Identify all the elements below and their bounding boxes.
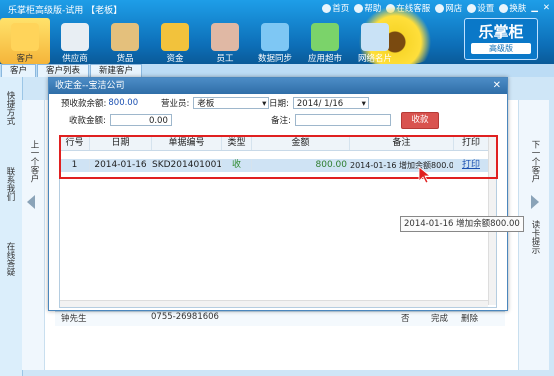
arrow-left-icon [27, 195, 35, 209]
collect-button[interactable]: 收款 [401, 112, 439, 129]
close-window-button[interactable]: ✕ [543, 3, 550, 13]
toolbar-label: 供应商 [62, 54, 88, 64]
skin-icon [499, 3, 509, 13]
prepay-value: 800.00 [108, 98, 139, 108]
tab-new-customer[interactable]: 新建客户 [90, 64, 143, 77]
toolbar-button-3[interactable]: 资金 [150, 18, 200, 64]
toolbar-label: 员工 [216, 54, 234, 64]
top-bar: 乐掌柜高级版-试用 【老板】 首页 帮助 在线客服 网店 设置 换肤 ▁ ✕ 客… [0, 0, 554, 66]
brand-logo: 乐掌柜 高级版 [464, 18, 538, 60]
top-link-skin[interactable]: 换肤 [499, 2, 526, 14]
toolbar-button-6[interactable]: 应用超市 [300, 18, 350, 64]
tab-customer-list[interactable]: 客户列表 [37, 64, 90, 77]
toolbar-button-5[interactable]: 数据同步 [250, 18, 300, 64]
horizontal-scrollbar[interactable] [60, 300, 488, 307]
toolbar-label: 客户 [16, 54, 34, 64]
toolbar-label: 资金 [166, 54, 184, 64]
left-quick-bar: 快捷方式 联系我们 在线答疑 [0, 77, 23, 376]
mouse-cursor-icon [418, 166, 432, 184]
prev-customer-label: 上一个客户 [29, 140, 39, 183]
home-icon [322, 3, 332, 13]
top-link-home[interactable]: 首页 [322, 2, 349, 14]
shop-icon [435, 3, 445, 13]
highlight-box [59, 135, 498, 179]
date-picker[interactable]: 2014/ 1/16 ▾ [292, 97, 369, 109]
toolbar-button-7[interactable]: 网络名片 [350, 18, 400, 64]
top-link-settings[interactable]: 设置 [467, 2, 494, 14]
prev-customer-nav[interactable]: 上一个客户 [22, 100, 45, 370]
chevron-down-icon: ▾ [262, 99, 267, 109]
salesperson-select[interactable]: 老板 ▾ [193, 97, 270, 109]
collect-amount-field: 收款金额: 0.00 [69, 114, 172, 126]
next-customer-nav[interactable]: 下一个客户 读卡提示 [518, 100, 549, 370]
toolbar-icon-5 [261, 23, 289, 51]
dialog-title: 收定金--宝洁公司 [55, 81, 125, 91]
deposit-dialog: 收定金--宝洁公司 ✕ 预收款余额: 800.00 营业员: 老板 ▾ 日期: … [48, 77, 508, 311]
tab-customer[interactable]: 客户 [1, 64, 37, 77]
toolbar-button-4[interactable]: 员工 [200, 18, 250, 64]
collect-amount-input[interactable]: 0.00 [109, 114, 172, 126]
tab-strip: 客户 客户列表 新建客户 [0, 64, 554, 77]
toolbar-label: 网络名片 [357, 54, 392, 64]
toolbar-label: 数据同步 [257, 54, 292, 64]
contact-us-link[interactable]: 联系我们 [4, 167, 16, 201]
toolbar-icon-3 [161, 23, 189, 51]
close-icon[interactable]: ✕ [493, 78, 501, 94]
toolbar-icon-4 [211, 23, 239, 51]
toolbar-button-0[interactable]: 客户 [0, 18, 50, 64]
toolbar-icon-7 [361, 23, 389, 51]
top-links: 首页 帮助 在线客服 网店 设置 换肤 ▁ ✕ [322, 2, 550, 14]
date-field: 日期: 2014/ 1/16 ▾ [269, 97, 369, 109]
toolbar-icon-2 [111, 23, 139, 51]
tooltip: 2014-01-16 增加余额800.00 [400, 216, 524, 232]
remark-input[interactable] [294, 114, 391, 126]
app-title: 乐掌柜高级版-试用 【老板】 [8, 6, 123, 16]
toolbar-icon-0 [11, 23, 39, 51]
toolbar-label: 货品 [116, 54, 134, 64]
top-link-shop[interactable]: 网店 [435, 2, 462, 14]
toolbar-button-1[interactable]: 供应商 [50, 18, 100, 64]
toolbar-icon-1 [61, 23, 89, 51]
prepay-balance: 预收款余额: 800.00 [61, 98, 139, 109]
dialog-title-bar: 收定金--宝洁公司 ✕ [49, 78, 507, 94]
remark-field: 备注: [271, 114, 391, 126]
minimize-button[interactable]: ▁ [531, 3, 538, 13]
quick-access-link[interactable]: 快捷方式 [4, 91, 16, 125]
toolbar-icon-6 [311, 23, 339, 51]
main-toolbar: 客户 供应商 货品 资金 员工 数据同步 应用超市 网络名片 [0, 18, 400, 64]
card-tips-label: 读卡提示 [530, 220, 540, 254]
calendar-dropdown-icon: ▾ [361, 99, 366, 109]
online-help-link[interactable]: 在线答疑 [4, 242, 16, 276]
salesperson-field: 营业员: 老板 ▾ [161, 97, 270, 109]
toolbar-button-2[interactable]: 货品 [100, 18, 150, 64]
next-customer-label: 下一个客户 [530, 140, 540, 183]
background-table-row: 钟先生 0755-26981606 否 完成 删除 [55, 311, 505, 326]
toolbar-label: 应用超市 [307, 54, 342, 64]
gear-icon [467, 3, 477, 13]
arrow-right-icon [531, 195, 539, 209]
